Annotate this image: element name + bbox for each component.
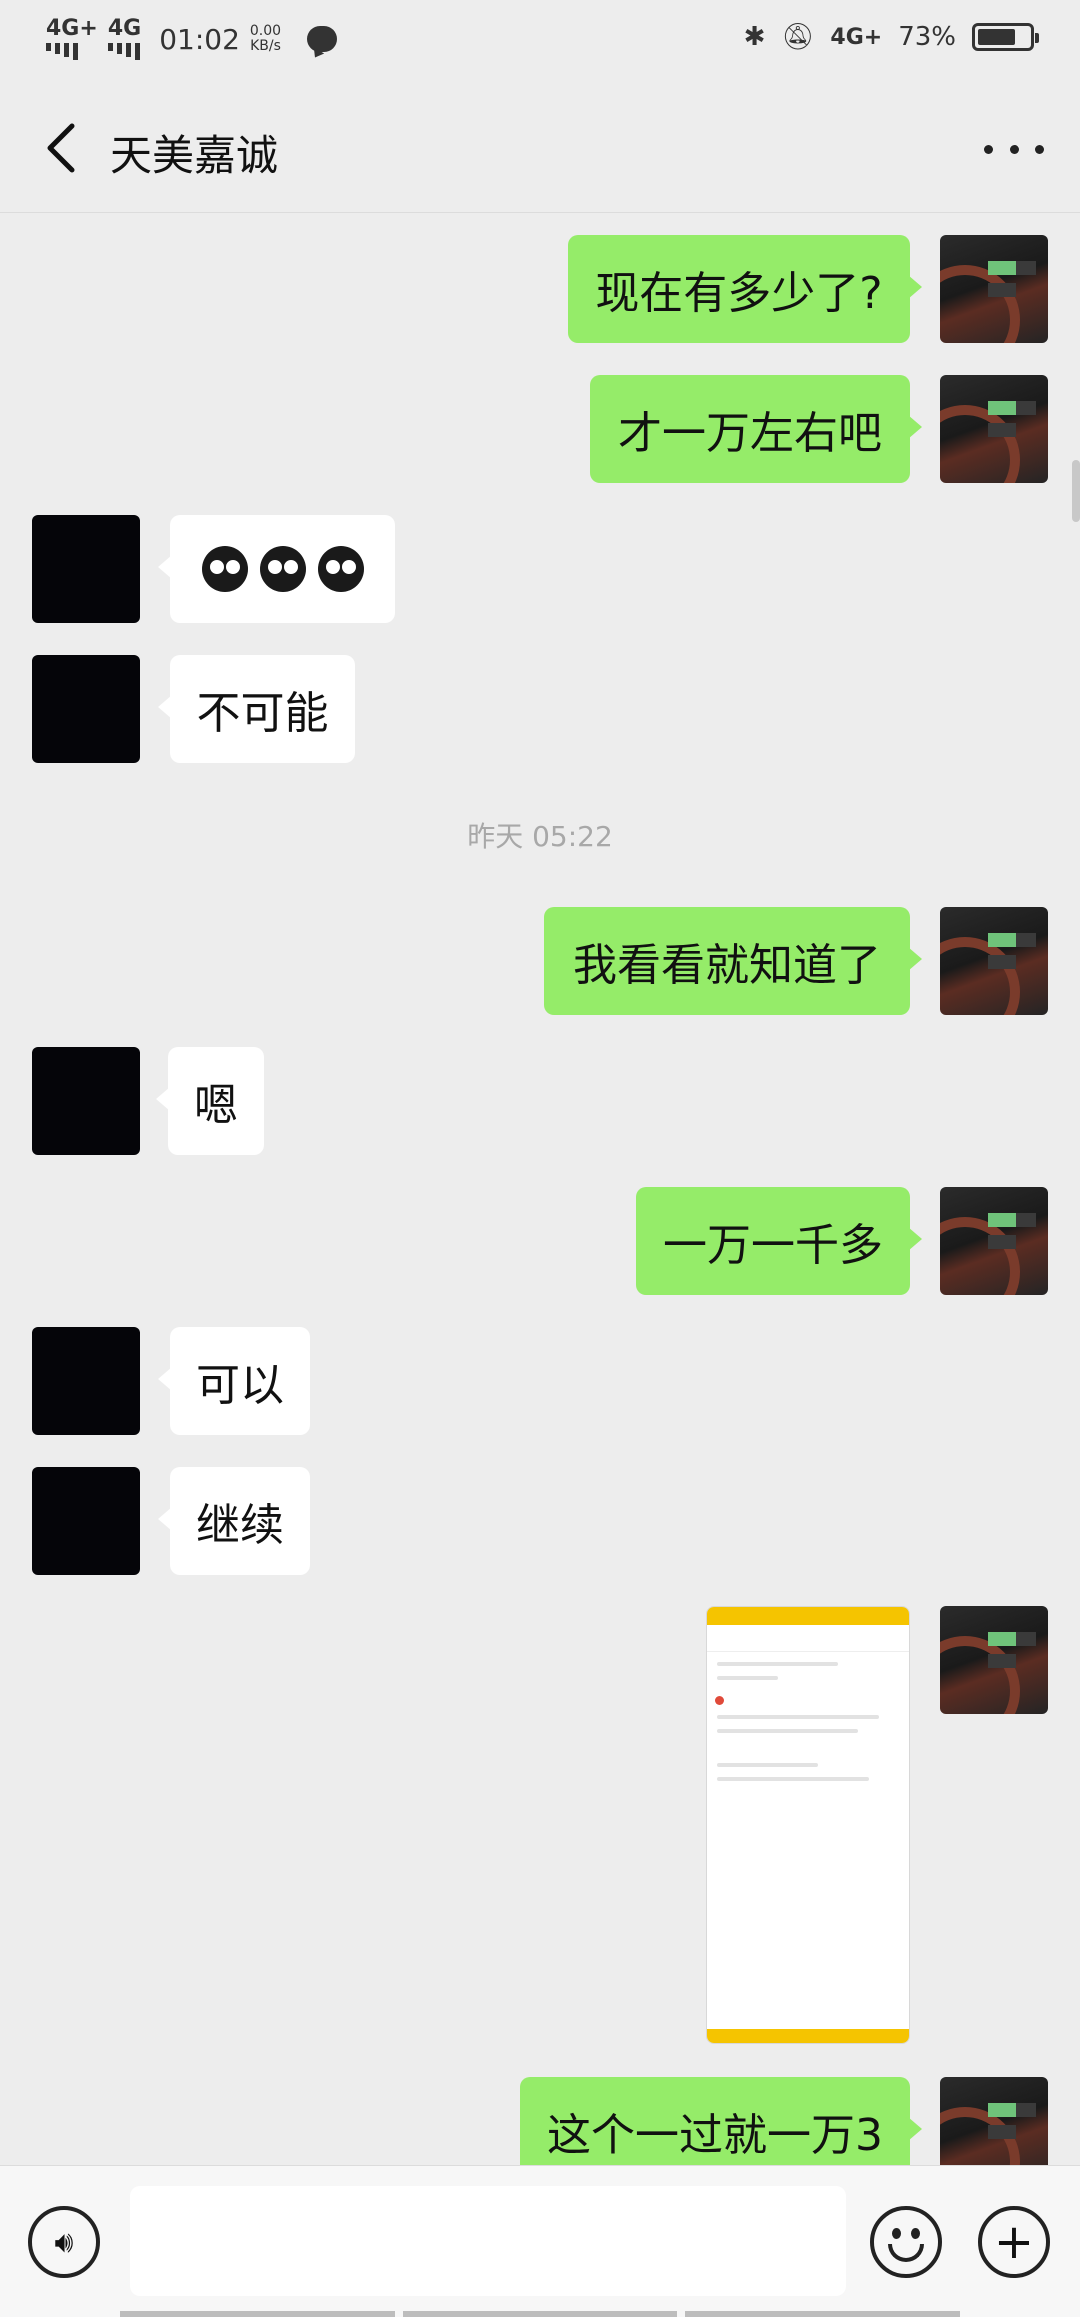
navigation-bar	[120, 2311, 961, 2317]
network-type-1: 4G+	[46, 16, 98, 41]
incoming-emoji-bubble[interactable]	[158, 515, 395, 623]
chat-header: 天美嘉诚	[0, 84, 1080, 213]
chevron-left-icon	[47, 123, 75, 173]
network-type-2: 4G	[107, 16, 142, 41]
contact-avatar[interactable]	[32, 1047, 140, 1155]
outgoing-message-bubble[interactable]: 才一万左右吧	[590, 375, 922, 483]
my-avatar[interactable]	[940, 1187, 1048, 1295]
dot-icon	[984, 144, 993, 154]
emoji-button[interactable]	[870, 2206, 942, 2278]
my-avatar[interactable]	[940, 375, 1048, 483]
more-functions-button[interactable]: +	[978, 2206, 1050, 2278]
contact-avatar[interactable]	[32, 1467, 140, 1575]
status-time: 01:02	[159, 22, 240, 56]
message-input[interactable]	[130, 2186, 846, 2296]
more-options-button[interactable]	[984, 124, 1044, 174]
dot-icon	[1035, 144, 1044, 154]
sad-face-emoji-icon	[317, 546, 364, 592]
my-avatar[interactable]	[940, 1606, 1048, 1714]
incoming-message-bubble[interactable]: 继续	[158, 1467, 310, 1575]
right-network-type: 4G+	[830, 24, 883, 50]
speed-unit: KB/s	[250, 38, 281, 54]
outgoing-message-bubble[interactable]: 一万一千多	[636, 1187, 922, 1295]
battery-icon	[972, 23, 1039, 51]
my-avatar[interactable]	[940, 235, 1048, 343]
contact-avatar[interactable]	[32, 655, 140, 763]
signal-2-icon: 4G	[107, 16, 142, 60]
incoming-message-bubble[interactable]: 不可能	[158, 655, 355, 763]
outgoing-message-bubble[interactable]: 现在有多少了?	[568, 235, 922, 343]
chat-notification-icon	[307, 26, 338, 52]
contact-avatar[interactable]	[32, 515, 140, 623]
battery-percent: 73%	[898, 22, 956, 52]
voice-input-button[interactable]: 🔊︎	[28, 2206, 100, 2278]
status-bar: 4G+ 4G 01:02 0.00 KB/s ✱ 🔕︎ 4G+ 73%	[0, 0, 1080, 84]
dot-icon	[1009, 144, 1019, 154]
incoming-message-bubble[interactable]: 嗯	[156, 1047, 264, 1155]
sad-face-emoji-icon	[201, 546, 248, 592]
mute-bell-icon: 🔕︎	[781, 22, 815, 52]
chat-title: 天美嘉诚	[110, 131, 279, 180]
back-button[interactable]	[34, 118, 94, 178]
plus-icon: +	[993, 2214, 1035, 2270]
scrollbar[interactable]	[1072, 460, 1080, 522]
my-avatar[interactable]	[940, 907, 1048, 1015]
image-message-thumbnail[interactable]	[706, 1606, 910, 2044]
chat-timestamp: 昨天 05:22	[467, 820, 613, 853]
speed-value: 0.00	[249, 23, 282, 39]
incoming-message-bubble[interactable]: 可以	[158, 1327, 310, 1435]
sad-face-emoji-icon	[259, 546, 306, 592]
signal-1-icon: 4G+	[46, 18, 98, 60]
voice-icon: 🔊︎	[54, 2224, 74, 2260]
contact-avatar[interactable]	[32, 1327, 140, 1435]
smiley-icon	[888, 2244, 924, 2262]
network-speed: 0.00 KB/s	[250, 24, 281, 54]
input-bar: 🔊︎ +	[0, 2165, 1080, 2317]
bluetooth-icon: ✱	[743, 22, 766, 52]
outgoing-message-bubble[interactable]: 我看看就知道了	[544, 907, 922, 1015]
